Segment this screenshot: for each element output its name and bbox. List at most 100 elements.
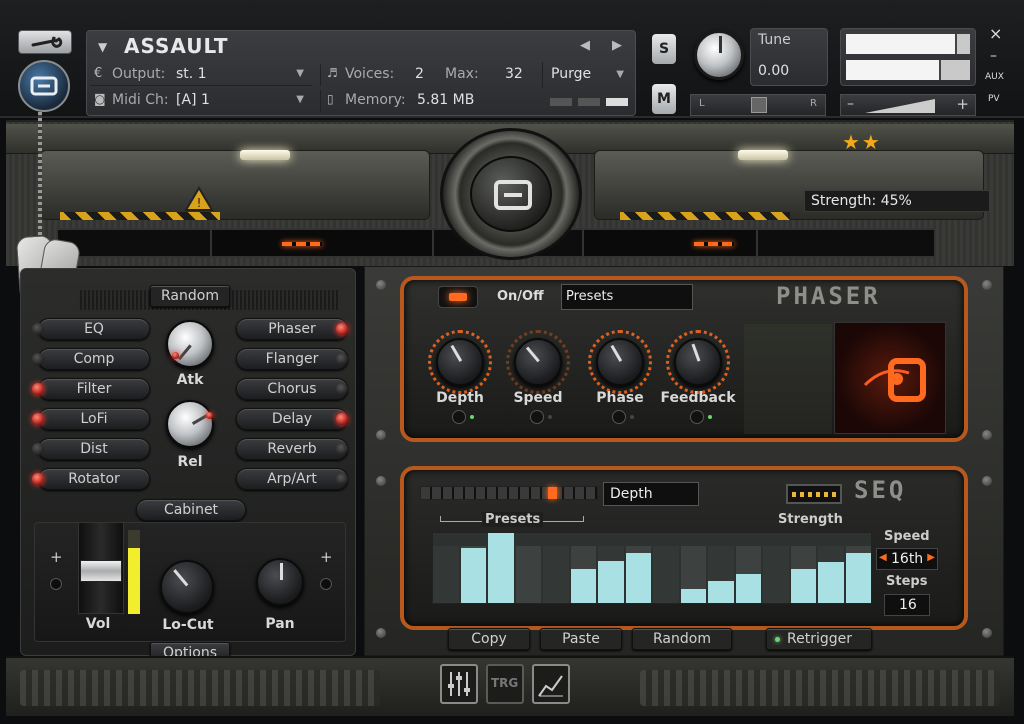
phaser-presets-dropdown[interactable]: Presets (561, 284, 693, 310)
seq-step-bar[interactable] (735, 574, 761, 603)
pan-plus-icon[interactable]: + (320, 548, 333, 566)
volume-slider[interactable]: – + (840, 94, 976, 116)
copy-button[interactable]: Copy (448, 628, 530, 650)
output-icon: € (94, 66, 103, 81)
aux-label[interactable]: AUX (985, 72, 1004, 82)
depth-mod-toggle[interactable] (452, 410, 466, 424)
instrument-name[interactable]: ASSAULT (124, 34, 229, 58)
midi-channel-row[interactable]: ◙ Midi Ch: [A] 1 ▼ (90, 90, 312, 112)
fx-flanger-button[interactable]: Flanger (236, 348, 348, 370)
seq-random-button[interactable]: Random (632, 628, 732, 650)
seq-step-bar[interactable] (680, 589, 706, 603)
pan-small-knob[interactable] (320, 578, 332, 590)
vol-plus-icon[interactable]: + (50, 548, 63, 566)
purge-meter (550, 98, 630, 108)
sj-logo-badge[interactable] (18, 60, 70, 112)
pan-knob[interactable] (256, 558, 304, 606)
tune-knob[interactable] (694, 30, 744, 80)
seq-step-bar[interactable] (460, 548, 486, 603)
graph-tab-button[interactable] (532, 664, 570, 704)
vol-small-knob[interactable] (50, 578, 62, 590)
speed-knob[interactable] (514, 338, 562, 386)
fx-eq-button[interactable]: EQ (38, 318, 150, 340)
strength-display[interactable]: Strength: 45% (804, 190, 990, 212)
fx-chorus-button[interactable]: Chorus (236, 378, 348, 400)
speed-next-icon[interactable]: ▶ (927, 552, 935, 563)
cabinet-button[interactable]: Cabinet (136, 499, 246, 521)
fx-eq-led (32, 323, 44, 335)
fx-lofi-button[interactable]: LoFi (38, 408, 150, 430)
fx-reverb-button[interactable]: Reverb (236, 438, 348, 460)
feedback-mod-toggle[interactable] (690, 410, 704, 424)
seq-step-bar[interactable] (488, 533, 514, 603)
volume-minus-icon[interactable]: – (847, 96, 854, 112)
phaser-onoff-button[interactable] (438, 286, 478, 308)
output-row[interactable]: € Output: st. 1 ▼ (90, 64, 312, 86)
pan-slider[interactable]: L R (690, 94, 826, 116)
seq-speed-selector[interactable]: ◀ 16th ▶ (876, 548, 938, 570)
close-icon[interactable]: × (989, 24, 1002, 43)
purge-dropdown[interactable]: Purge ▼ (542, 62, 632, 88)
tune-value[interactable]: 0.00 (758, 63, 789, 79)
depth-knob[interactable] (436, 338, 484, 386)
seq-strength-meter[interactable] (786, 484, 842, 504)
atk-knob[interactable] (166, 320, 214, 368)
mixer-tab-button[interactable] (440, 664, 478, 704)
pan-handle[interactable] (751, 97, 767, 113)
output-dropdown-icon: ▼ (296, 68, 304, 79)
mute-button[interactable]: M (652, 84, 676, 114)
speed-mod-toggle[interactable] (530, 410, 544, 424)
seq-step-leds (420, 486, 598, 500)
seq-step-bar[interactable] (625, 553, 651, 603)
memory-icon: ▯ (327, 92, 334, 106)
fx-delay-button[interactable]: Delay (236, 408, 348, 430)
seq-step-bar[interactable] (570, 569, 596, 603)
rating-stars[interactable]: ★★ (842, 130, 882, 154)
solo-button[interactable]: S (652, 34, 676, 64)
prev-instrument-arrow-icon[interactable]: ◀ (580, 38, 590, 53)
midi-value: [A] 1 (176, 92, 210, 108)
fx-comp-button[interactable]: Comp (38, 348, 150, 370)
seq-steps-label: Steps (886, 574, 928, 589)
seq-step-bar[interactable] (790, 569, 816, 603)
vol-fader-handle[interactable] (80, 560, 122, 582)
wrench-button[interactable] (18, 30, 72, 54)
retrigger-button[interactable]: Retrigger (766, 628, 872, 650)
feedback-knob[interactable] (674, 338, 722, 386)
seq-steps-selector[interactable]: 16 (884, 594, 930, 616)
phase-mod-toggle[interactable] (612, 410, 626, 424)
collapse-arrow-icon[interactable]: ▼ (98, 40, 107, 54)
rack-rivet (376, 628, 386, 638)
seq-step-bar[interactable] (708, 581, 734, 603)
trg-tab-button[interactable]: TRG (486, 664, 524, 704)
random-button[interactable]: Random (150, 285, 230, 307)
fx-reverb-led (336, 443, 348, 455)
seq-target-dropdown[interactable]: Depth (603, 482, 699, 506)
fx-phaser-button[interactable]: Phaser (236, 318, 348, 340)
seq-step-column[interactable] (653, 546, 679, 603)
seq-presets-label[interactable]: Presets (482, 512, 544, 527)
paste-button[interactable]: Paste (540, 628, 622, 650)
seq-step-bar[interactable] (845, 553, 871, 603)
fx-filter-button[interactable]: Filter (38, 378, 150, 400)
purge-dropdown-icon: ▼ (616, 69, 624, 80)
speed-prev-icon[interactable]: ◀ (879, 552, 887, 563)
seq-step-column[interactable] (515, 546, 541, 603)
pv-label[interactable]: PV (988, 94, 1000, 104)
rel-knob[interactable] (166, 400, 214, 448)
seq-step-bar[interactable] (818, 562, 844, 603)
locut-knob[interactable] (160, 560, 214, 614)
phase-knob[interactable] (596, 338, 644, 386)
next-instrument-arrow-icon[interactable]: ▶ (612, 38, 622, 53)
max-value[interactable]: 32 (505, 66, 523, 82)
fx-arp-art-button[interactable]: Arp/Art (236, 468, 348, 490)
minimize-icon[interactable]: – (990, 48, 997, 64)
seq-step-bar[interactable] (598, 561, 624, 603)
volume-plus-icon[interactable]: + (956, 95, 969, 113)
fx-rotator-button[interactable]: Rotator (38, 468, 150, 490)
phaser-title: PHASER (776, 282, 881, 310)
seq-step-column[interactable] (763, 546, 789, 603)
seq-step-column[interactable] (543, 546, 569, 603)
seq-step-column[interactable] (433, 546, 459, 603)
fx-dist-button[interactable]: Dist (38, 438, 150, 460)
